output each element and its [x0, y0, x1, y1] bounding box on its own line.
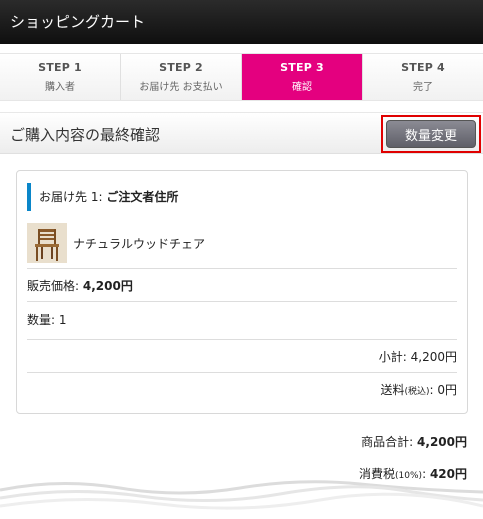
- product-name: ナチュラルウッドチェア: [73, 237, 206, 251]
- price-label: 販売価格:: [27, 279, 83, 293]
- page-title: ショッピングカート: [10, 13, 146, 31]
- wave-decoration: [0, 480, 483, 510]
- quantity-row: 数量: 1: [27, 311, 457, 328]
- shipping-tax-note: (税込): [404, 387, 430, 397]
- subtotal-row: 小計: 4,200円: [27, 348, 457, 365]
- divider: [27, 339, 457, 340]
- section-title: ご購入内容の最終確認: [10, 126, 161, 144]
- change-quantity-button[interactable]: 数量変更: [386, 120, 476, 148]
- step-number: STEP 4: [401, 61, 445, 74]
- step-4: STEP 4 完了: [363, 54, 483, 100]
- divider: [27, 301, 457, 302]
- destination-heading: お届け先 1: ご注文者住所: [27, 183, 457, 211]
- change-quantity-highlight: 数量変更: [381, 115, 481, 153]
- price-value: 4,200円: [82, 279, 133, 293]
- shipping-row: 送料(税込): 0円: [27, 381, 457, 398]
- divider: [27, 372, 457, 373]
- quantity-label: 数量:: [27, 313, 59, 327]
- step-number: STEP 2: [159, 61, 203, 74]
- price-row: 販売価格: 4,200円: [27, 277, 457, 294]
- goods-total-row: 商品合計: 4,200円: [361, 433, 467, 450]
- step-2: STEP 2 お届け先 お支払い: [121, 54, 242, 100]
- chair-icon: [27, 223, 67, 263]
- step-label: 確認: [292, 82, 312, 93]
- product-item: ナチュラルウッドチェア: [27, 223, 457, 263]
- step-label: 完了: [413, 82, 433, 93]
- destination-name: ご注文者住所: [106, 190, 179, 204]
- confirm-section-header: ご購入内容の最終確認 数量変更: [0, 112, 483, 154]
- divider: [27, 268, 457, 269]
- step-number: STEP 3: [280, 61, 324, 74]
- product-thumbnail: [27, 223, 67, 263]
- step-label: お届け先 お支払い: [139, 82, 223, 93]
- shipping-value: 0円: [437, 383, 457, 397]
- goods-total-value: 4,200円: [417, 435, 467, 449]
- checkout-steps: STEP 1 購入者 STEP 2 お届け先 お支払い STEP 3 確認 ST…: [0, 53, 483, 101]
- quantity-value: 1: [58, 313, 67, 327]
- shipping-label: 送料: [380, 383, 405, 397]
- step-label: 購入者: [45, 82, 75, 93]
- app-header: ショッピングカート: [0, 0, 483, 44]
- subtotal-label: 小計:: [378, 350, 411, 364]
- order-card: お届け先 1: ご注文者住所 ナチュラルウッドチェア 販売価格: 4,200円: [16, 170, 468, 414]
- goods-total-label: 商品合計:: [361, 435, 418, 449]
- destination-prefix: お届け先 1:: [39, 190, 107, 204]
- step-1: STEP 1 購入者: [0, 54, 121, 100]
- step-number: STEP 1: [38, 61, 82, 74]
- subtotal-value: 4,200円: [410, 350, 457, 364]
- step-3-active: STEP 3 確認: [242, 54, 363, 100]
